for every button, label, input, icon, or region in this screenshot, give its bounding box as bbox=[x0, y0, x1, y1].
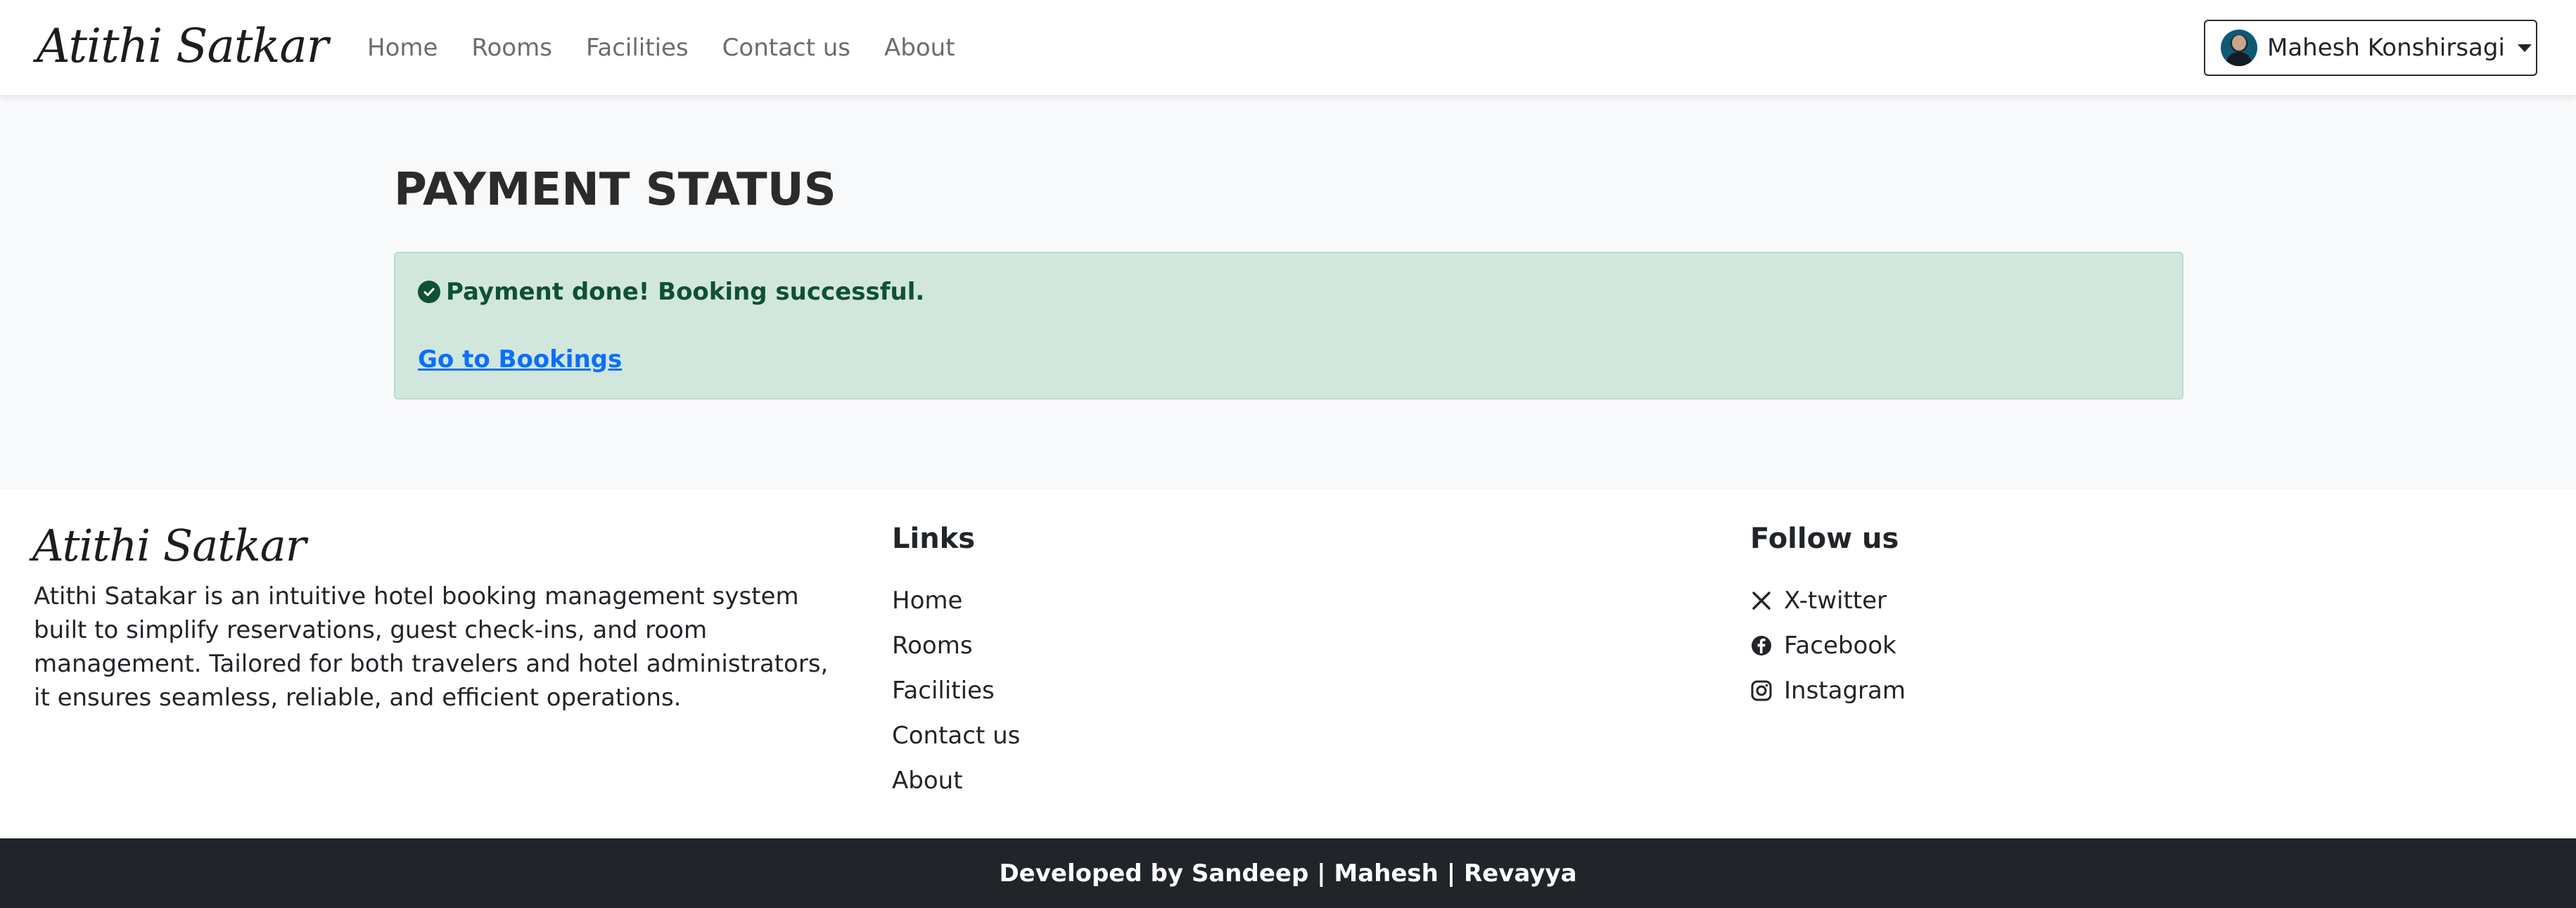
footer-link-contact-us[interactable]: Contact us bbox=[892, 713, 1020, 758]
instagram-icon bbox=[1751, 680, 1772, 701]
footer-link-about[interactable]: About bbox=[892, 758, 1020, 803]
footer-links: Home Rooms Facilities Contact us About bbox=[892, 578, 1020, 803]
check-circle-icon bbox=[418, 281, 440, 303]
nav-link-facilities[interactable]: Facilities bbox=[586, 31, 689, 65]
x-twitter-icon bbox=[1752, 592, 1771, 610]
footer-follow-heading: Follow us bbox=[1750, 523, 1899, 555]
social-link-x-twitter[interactable]: X-twitter bbox=[1750, 578, 1906, 623]
footer-brand: Atithi Satkar bbox=[32, 520, 306, 571]
footer-credits: Developed by Sandeep | Mahesh | Revayya bbox=[999, 859, 1577, 888]
nav-link-home[interactable]: Home bbox=[367, 31, 438, 65]
social-label: Instagram bbox=[1784, 677, 1906, 705]
go-to-bookings-link[interactable]: Go to Bookings bbox=[418, 342, 622, 377]
nav-link-contact-us[interactable]: Contact us bbox=[722, 31, 850, 65]
user-avatar bbox=[2221, 30, 2257, 66]
caret-down-icon bbox=[2517, 44, 2532, 52]
user-dropdown-button[interactable]: Mahesh Konshirsagi bbox=[2204, 20, 2537, 76]
social-label: Facebook bbox=[1784, 632, 1896, 660]
user-name: Mahesh Konshirsagi bbox=[2267, 34, 2505, 62]
footer-bottom-bar: Developed by Sandeep | Mahesh | Revayya bbox=[0, 838, 2576, 908]
top-navbar: Atithi Satkar Home Rooms Facilities Cont… bbox=[0, 0, 2576, 96]
footer-description: Atithi Satakar is an intuitive hotel boo… bbox=[34, 582, 829, 712]
check-mark-glyph bbox=[423, 288, 435, 296]
footer-link-facilities[interactable]: Facilities bbox=[892, 668, 1020, 713]
alert-message: Payment done! Booking successful. bbox=[446, 278, 925, 306]
nav-links: Home Rooms Facilities Contact us About bbox=[367, 31, 955, 65]
facebook-icon bbox=[1752, 636, 1771, 656]
nav-link-rooms[interactable]: Rooms bbox=[471, 31, 552, 65]
payment-success-alert: Payment done! Booking successful. Go to … bbox=[394, 252, 2183, 399]
footer-link-rooms[interactable]: Rooms bbox=[892, 623, 1020, 668]
alert-message-row: Payment done! Booking successful. bbox=[418, 274, 924, 309]
social-link-facebook[interactable]: Facebook bbox=[1750, 623, 1906, 668]
social-link-instagram[interactable]: Instagram bbox=[1750, 668, 1906, 713]
footer-links-heading: Links bbox=[892, 523, 976, 555]
nav-link-about[interactable]: About bbox=[884, 31, 955, 65]
page-title: PAYMENT STATUS bbox=[394, 164, 836, 216]
brand-logo[interactable]: Atithi Satkar bbox=[37, 13, 329, 80]
footer: Atithi Satkar Atithi Satakar is an intui… bbox=[0, 490, 2576, 838]
social-label: X-twitter bbox=[1784, 587, 1887, 615]
footer-link-home[interactable]: Home bbox=[892, 578, 1020, 623]
footer-social-links: X-twitter Facebook Instagram bbox=[1750, 578, 1906, 713]
